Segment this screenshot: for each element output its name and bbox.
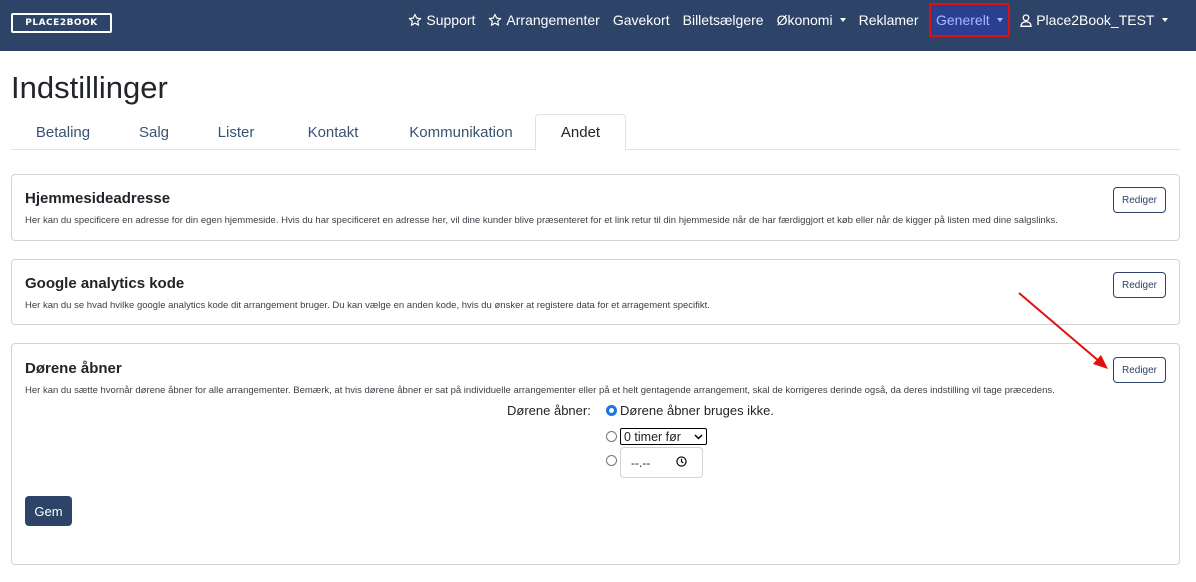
nav-billetsaelgere-label: Billetsælgere	[682, 12, 764, 28]
analytics-card-description: Her kan du se hvad hvilke google analyti…	[25, 300, 710, 311]
doors-card-title: Dørene åbner	[25, 360, 122, 377]
nav-billetsaelgere[interactable]: Billetsælgere	[676, 12, 770, 28]
website-card: Hjemmesideadresse Her kan du specificere…	[11, 174, 1180, 241]
website-card-title: Hjemmesideadresse	[25, 190, 171, 207]
nav-support-label: Support	[426, 12, 476, 28]
user-icon	[1020, 13, 1032, 27]
nav-okonomi-label: Økonomi	[776, 12, 833, 28]
nav-generelt-label: Generelt	[936, 12, 990, 28]
tab-kontakt[interactable]: Kontakt	[279, 114, 387, 150]
doors-edit-button[interactable]: Rediger	[1113, 357, 1166, 383]
place2book-logo[interactable]: PLACE2BOOK	[11, 13, 112, 33]
hours-before-value: 0 timer før	[624, 429, 681, 444]
doors-card: Dørene åbner Her kan du sætte hvornår dø…	[11, 343, 1180, 565]
doors-card-description: Her kan du sætte hvornår dørene åbner fo…	[25, 385, 1055, 396]
nav-arrangementer[interactable]: Arrangementer	[482, 12, 606, 28]
nav-reklamer[interactable]: Reklamer	[852, 12, 925, 28]
nav-reklamer-label: Reklamer	[858, 12, 919, 28]
doors-not-used-label: Dørene åbner bruges ikke.	[620, 403, 774, 418]
star-icon	[488, 13, 502, 27]
nav-arrangementer-label: Arrangementer	[506, 12, 600, 28]
tab-andet[interactable]: Andet	[535, 114, 626, 151]
chevron-down-icon	[694, 432, 703, 442]
nav-user-label: Place2Book_TEST	[1036, 12, 1155, 28]
nav-support[interactable]: Support	[402, 12, 482, 28]
radio-specific-time[interactable]	[606, 455, 617, 466]
tab-kommunikation[interactable]: Kommunikation	[387, 114, 535, 150]
website-card-description: Her kan du specificere en adresse for di…	[25, 215, 1058, 226]
clock-icon[interactable]	[676, 455, 688, 470]
analytics-card: Google analytics kode Her kan du se hvad…	[11, 259, 1180, 325]
tab-salg[interactable]: Salg	[115, 114, 193, 150]
door-time-input[interactable]: --.--	[620, 447, 703, 478]
website-edit-button[interactable]: Rediger	[1113, 187, 1166, 213]
nav-menu: Support Arrangementer Gavekort Billetsæl…	[402, 0, 1174, 40]
radio-doors-not-used[interactable]	[606, 405, 617, 416]
analytics-edit-button[interactable]: Rediger	[1113, 272, 1166, 298]
top-navbar: PLACE2BOOK Support Arrangementer Gavekor…	[0, 0, 1196, 51]
settings-tabs: Betaling Salg Lister Kontakt Kommunikati…	[11, 114, 1180, 151]
analytics-card-title: Google analytics kode	[25, 275, 185, 292]
star-icon	[408, 13, 422, 27]
nav-gavekort-label: Gavekort	[612, 12, 670, 28]
caret-down-icon	[1161, 18, 1168, 22]
tab-betaling[interactable]: Betaling	[11, 114, 115, 150]
save-button[interactable]: Gem	[25, 496, 72, 526]
caret-down-icon	[839, 18, 846, 22]
caret-down-icon	[996, 18, 1003, 22]
nav-okonomi-dropdown[interactable]: Økonomi	[770, 12, 852, 28]
time-placeholder: --.--	[631, 455, 651, 470]
hours-before-select[interactable]: 0 timer før	[620, 428, 707, 445]
page-title: Indstillinger	[11, 70, 168, 105]
tab-lister[interactable]: Lister	[193, 114, 279, 150]
radio-hours-before[interactable]	[606, 431, 617, 442]
doors-form-label: Dørene åbner:	[507, 403, 591, 418]
nav-gavekort[interactable]: Gavekort	[606, 12, 676, 28]
nav-generelt-dropdown[interactable]: Generelt	[929, 3, 1010, 37]
nav-user-dropdown[interactable]: Place2Book_TEST	[1014, 12, 1174, 28]
